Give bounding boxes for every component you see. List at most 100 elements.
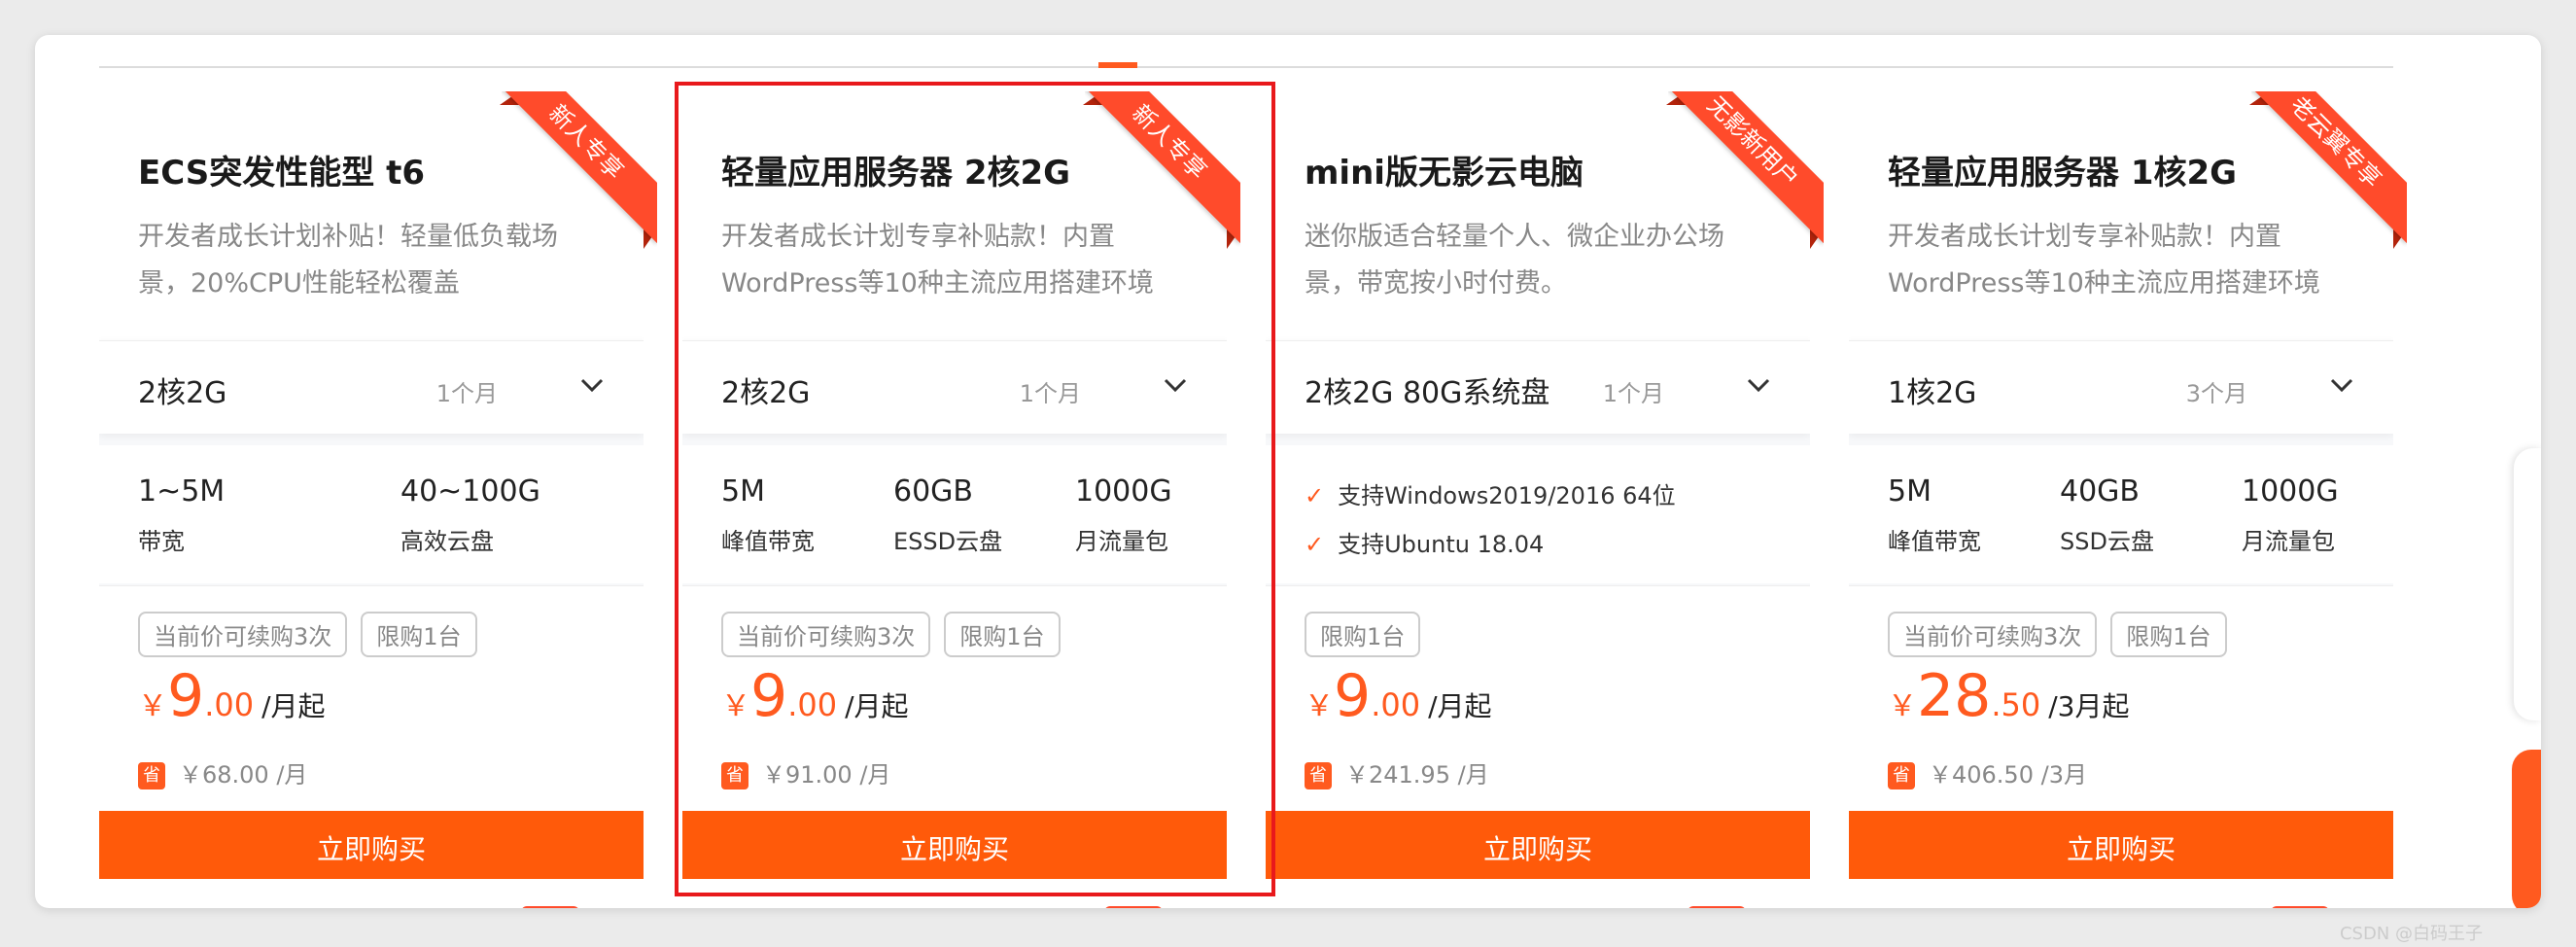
chevron-down-icon[interactable] — [2327, 370, 2356, 400]
ribbon-label: 老云翼专享 — [2251, 91, 2407, 243]
feature-list: 5M 峰值带宽 60GB ESSD云盘 1000G 月流量包 — [682, 445, 1227, 583]
check-text: 支持Windows2019/2016 64位 — [1338, 482, 1676, 509]
spec-label: 1核2G — [1888, 376, 1977, 410]
app-window: ECS突发性能型 t6 开发者成长计划补贴！轻量低负载场景，20%CPU性能轻松… — [35, 35, 2541, 908]
feature-item: 1~5M 带宽 — [138, 474, 225, 556]
price-currency: ￥ — [721, 689, 750, 723]
next-row-ribbon — [521, 906, 579, 908]
original-price: 省 ￥91.00 /月 — [721, 755, 890, 789]
current-price: ￥9.00/月起 — [721, 662, 909, 730]
price-currency: ￥ — [138, 689, 167, 723]
feature-list: ✓ 支持Windows2019/2016 64位 ✓ 支持Ubuntu 18.04 — [1266, 445, 1810, 583]
tag-list: 当前价可续购3次 限购1台 — [721, 612, 1061, 657]
feature-value: 40~100G — [400, 474, 540, 509]
original-price-text: ￥241.95 /月 — [1345, 761, 1489, 789]
feature-value: 1000G — [2242, 474, 2339, 509]
feature-value: 60GB — [893, 474, 974, 509]
feature-item: 1000G 月流量包 — [2242, 474, 2339, 556]
price-unit: /月起 — [845, 690, 909, 722]
feature-label: SSD云盘 — [2060, 528, 2154, 555]
check-item: ✓ 支持Windows2019/2016 64位 — [1305, 476, 1676, 510]
price-area: 限购1台 ￥9.00/月起 省 ￥241.95 /月 — [1266, 585, 1810, 811]
card-title: 轻量应用服务器 1核2G — [1888, 154, 2238, 193]
price-area: 当前价可续购3次 限购1台 ￥28.50/3月起 省 ￥406.50 /3月 — [1849, 585, 2393, 811]
spec-label: 2核2G — [138, 376, 227, 410]
price-currency: ￥ — [1888, 689, 1917, 723]
price-area: 当前价可续购3次 限购1台 ￥9.00/月起 省 ￥68.00 /月 — [99, 585, 644, 811]
feature-value: 40GB — [2060, 474, 2141, 509]
buy-now-button[interactable]: 立即购买 — [1266, 811, 1810, 879]
product-card-lighthouse-1c2g: 轻量应用服务器 1核2G 开发者成长计划专享补贴款！内置WordPress等10… — [1849, 91, 2407, 879]
ribbon-label: 无影新用户 — [1668, 91, 1824, 243]
next-row-ribbon — [1104, 906, 1163, 908]
chevron-down-icon[interactable] — [1161, 370, 1190, 400]
card-title: mini版无影云电脑 — [1305, 154, 1584, 193]
feature-item: 5M 峰值带宽 — [721, 474, 815, 556]
corner-ribbon: 老云翼专享 — [2251, 91, 2407, 247]
spec-selector[interactable]: 2核2G 1个月 — [682, 340, 1227, 434]
price-integer: 9 — [1334, 662, 1372, 730]
buy-now-button[interactable]: 立即购买 — [682, 811, 1227, 879]
watermark: CSDN @白码王子 — [2339, 924, 2483, 944]
feature-label: 带宽 — [138, 528, 185, 555]
feature-label: 高效云盘 — [400, 528, 494, 555]
price-decimal: .00 — [787, 686, 838, 723]
price-decimal: .00 — [204, 686, 255, 723]
feature-value: 5M — [721, 474, 765, 509]
product-card-lighthouse-2c2g: 轻量应用服务器 2核2G 开发者成长计划专享补贴款！内置WordPress等10… — [682, 91, 1240, 879]
product-card-ecs-t6: ECS突发性能型 t6 开发者成长计划补贴！轻量低负载场景，20%CPU性能轻松… — [99, 91, 657, 879]
check-icon: ✓ — [1305, 531, 1325, 558]
price-unit: /3月起 — [2048, 690, 2130, 722]
spec-selector[interactable]: 1核2G 3个月 — [1849, 340, 2393, 434]
side-float-widget[interactable] — [2514, 448, 2541, 720]
tag-limit: 限购1台 — [944, 612, 1061, 657]
feature-item: 40~100G 高效云盘 — [400, 474, 540, 556]
next-row-ribbon — [1688, 906, 1746, 908]
original-price: 省 ￥68.00 /月 — [138, 755, 307, 789]
ribbon-label: 新人专享 — [502, 91, 657, 243]
price-area: 当前价可续购3次 限购1台 ￥9.00/月起 省 ￥91.00 /月 — [682, 585, 1227, 811]
current-price: ￥9.00/月起 — [1305, 662, 1492, 730]
price-decimal: .50 — [1991, 686, 2041, 723]
spec-period: 1个月 — [1602, 380, 1664, 407]
save-badge-icon: 省 — [138, 762, 165, 789]
spec-selector[interactable]: 2核2G 1个月 — [99, 340, 644, 434]
check-icon: ✓ — [1305, 482, 1325, 509]
price-integer: 9 — [167, 662, 205, 730]
spec-period: 1个月 — [435, 380, 498, 407]
original-price: 省 ￥406.50 /3月 — [1888, 755, 2087, 789]
side-float-button[interactable] — [2512, 750, 2541, 908]
buy-now-button[interactable]: 立即购买 — [1849, 811, 2393, 879]
current-price: ￥9.00/月起 — [138, 662, 326, 730]
spec-period: 1个月 — [1019, 380, 1081, 407]
original-price-text: ￥68.00 /月 — [179, 761, 308, 789]
chevron-down-icon[interactable] — [577, 370, 607, 400]
feature-item: 60GB ESSD云盘 — [893, 474, 1002, 556]
corner-ribbon: 新人专享 — [502, 91, 657, 247]
spec-label: 2核2G 80G系统盘 — [1305, 376, 1550, 410]
corner-ribbon: 新人专享 — [1085, 91, 1240, 247]
feature-value: 1~5M — [138, 474, 226, 509]
feature-list: 1~5M 带宽 40~100G 高效云盘 — [99, 445, 644, 583]
feature-label: ESSD云盘 — [893, 528, 1003, 555]
feature-label: 月流量包 — [2242, 528, 2335, 555]
chevron-down-icon[interactable] — [1744, 370, 1773, 400]
card-title: 轻量应用服务器 2核2G — [721, 154, 1071, 193]
spec-selector[interactable]: 2核2G 80G系统盘 1个月 — [1266, 340, 1810, 434]
tag-list: 当前价可续购3次 限购1台 — [138, 612, 477, 657]
feature-item: 5M 峰值带宽 — [1888, 474, 1981, 556]
buy-now-button[interactable]: 立即购买 — [99, 811, 644, 879]
save-badge-icon: 省 — [1305, 762, 1332, 789]
tag-list: 限购1台 — [1305, 612, 1421, 657]
check-item: ✓ 支持Ubuntu 18.04 — [1305, 525, 1544, 559]
tag-renewal: 当前价可续购3次 — [1888, 612, 2098, 657]
feature-item: 1000G 月流量包 — [1075, 474, 1172, 556]
price-unit: /月起 — [1428, 690, 1492, 722]
price-integer: 28 — [1917, 662, 1992, 730]
product-card-mini-wuying: mini版无影云电脑 迷你版适合轻量个人、微企业办公场景，带宽按小时付费。 2核… — [1266, 91, 1824, 879]
ribbon-label: 新人专享 — [1085, 91, 1240, 243]
price-unit: /月起 — [261, 690, 326, 722]
feature-value: 1000G — [1075, 474, 1172, 509]
feature-label: 月流量包 — [1075, 528, 1168, 555]
card-title: ECS突发性能型 t6 — [138, 154, 426, 193]
